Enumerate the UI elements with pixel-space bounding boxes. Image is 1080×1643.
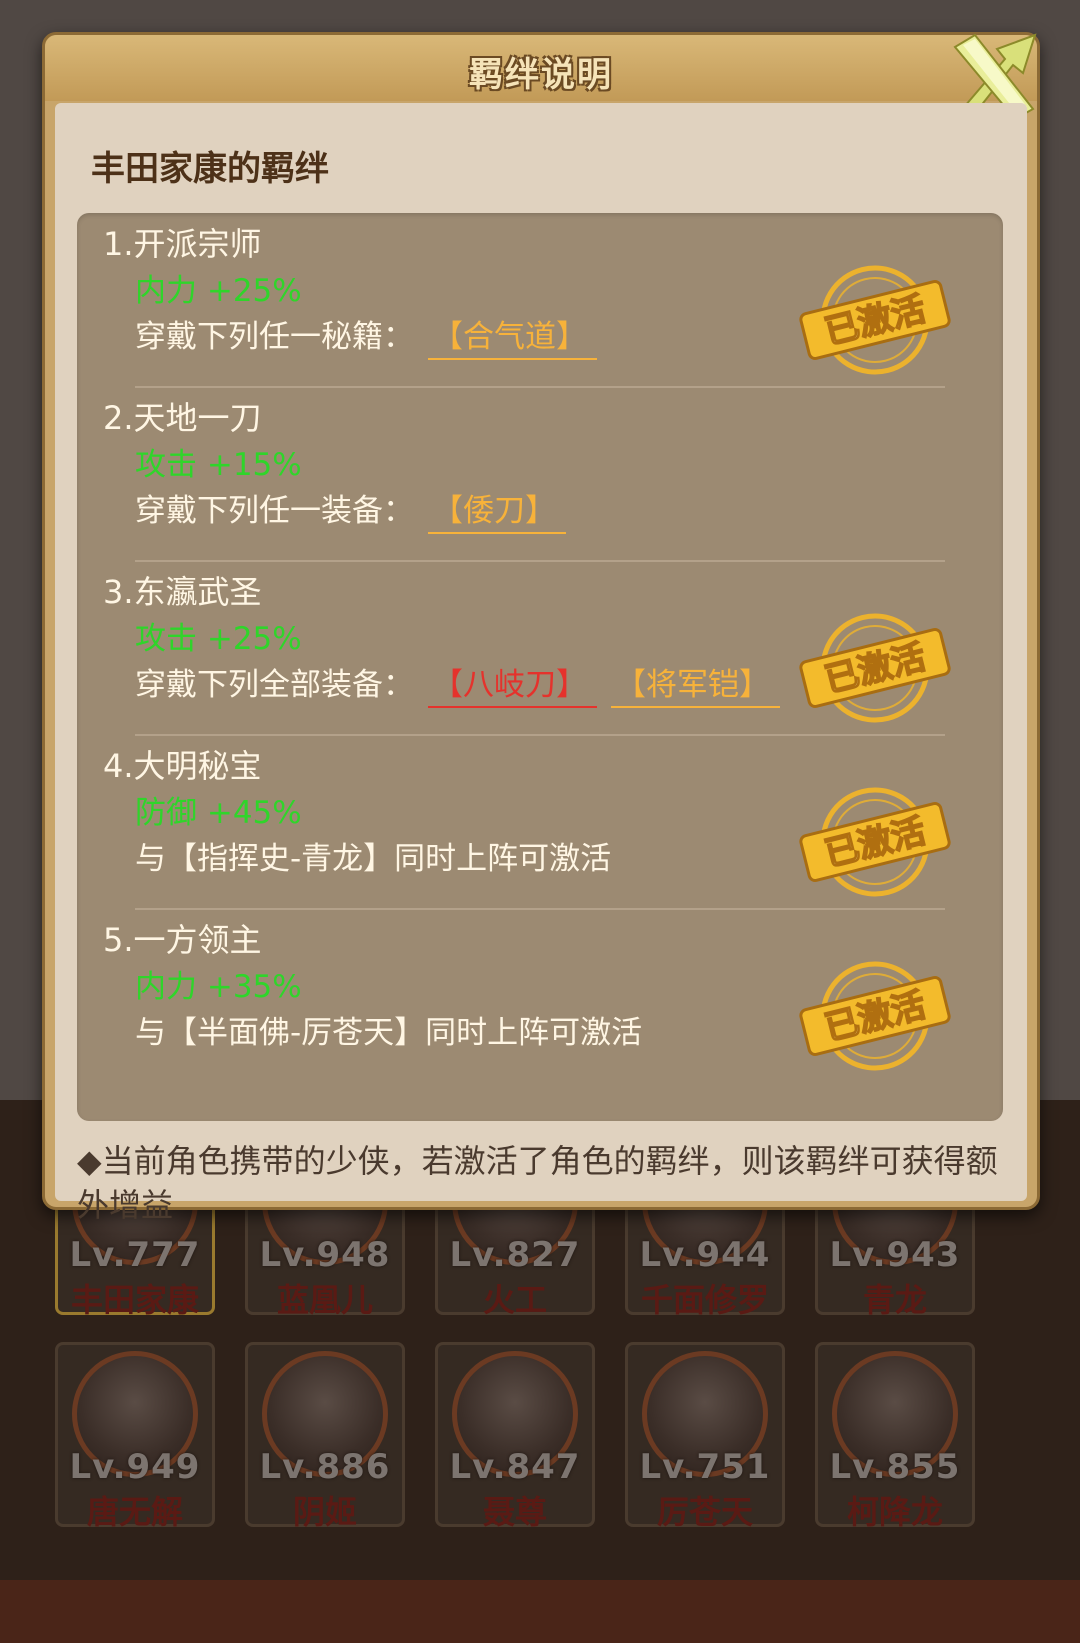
bond-requirement-text: 穿戴下列全部装备： xyxy=(135,667,414,703)
hero-level: Lv.777 xyxy=(69,1235,201,1275)
activated-stamp: 已激活 xyxy=(795,777,955,907)
bond-requirement-text: 穿戴下列任一秘籍： xyxy=(135,319,414,355)
bond-name: 3.东瀛武圣 xyxy=(103,573,262,611)
hero-name: 丰田家康 xyxy=(70,1281,199,1319)
hero-card[interactable]: Lv.847 聂尊 xyxy=(435,1342,595,1531)
hero-name: 聂尊 xyxy=(482,1493,547,1531)
activated-stamp-icon: 已激活 xyxy=(799,787,951,897)
bond-requirement-text: 穿戴下列任一装备： xyxy=(135,493,414,529)
hero-level: Lv.949 xyxy=(69,1447,201,1487)
bond-requirement: 穿戴下列任一装备： 【倭刀】 xyxy=(135,485,566,534)
background-strip xyxy=(0,1580,1080,1643)
hero-level: Lv.855 xyxy=(829,1447,961,1487)
hero-level: Lv.827 xyxy=(449,1235,581,1275)
dialog-title: 羁绊说明 xyxy=(469,55,613,95)
bond-dialog: 羁绊说明 丰田家康的羁绊 1.开派宗师内力 +25% 穿戴下列任一秘籍： 【合气道】… xyxy=(42,32,1040,1224)
bond-item: 4.大明秘宝防御 +45% 与【指挥史-青龙】同时上阵可激活 已激活 xyxy=(77,735,1003,917)
hero-card[interactable]: Lv.949 唐无解 xyxy=(55,1342,215,1531)
bond-name: 2.天地一刀 xyxy=(103,399,262,437)
hero-name: 阴姬 xyxy=(292,1493,357,1531)
activated-stamp: 已激活 xyxy=(795,255,955,385)
hero-level: Lv.847 xyxy=(449,1447,581,1487)
bond-bonus: 攻击 +15% xyxy=(135,447,302,483)
bond-name: 5.一方领主 xyxy=(103,921,262,959)
activated-stamp: 已激活 xyxy=(795,951,955,1081)
activated-stamp-icon: 已激活 xyxy=(799,265,951,375)
hero-card[interactable]: Lv.886 阴姬 xyxy=(245,1342,405,1531)
hero-card[interactable]: Lv.855 柯降龙 xyxy=(815,1342,975,1531)
bond-requirement: 与【半面佛-厉苍天】同时上阵可激活 xyxy=(135,1007,642,1052)
hero-bond-title: 丰田家康的羁绊 xyxy=(91,149,329,189)
bond-name: 4.大明秘宝 xyxy=(103,747,262,785)
hero-level: Lv.948 xyxy=(259,1235,391,1275)
hero-name: 唐无解 xyxy=(86,1493,183,1531)
required-item-link[interactable]: 【将军铠】 xyxy=(611,666,780,708)
hero-card[interactable]: Lv.751 厉苍天 xyxy=(625,1342,785,1531)
bond-note: ◆当前角色携带的少侠，若激活了角色的羁绊，则该羁绊可获得额外增益 xyxy=(77,1142,998,1224)
bond-requirement: 穿戴下列任一秘籍： 【合气道】 xyxy=(135,311,597,360)
activated-stamp-icon: 已激活 xyxy=(799,613,951,723)
bond-bonus: 内力 +35% xyxy=(135,969,302,1005)
bond-requirement-text: 与【半面佛-厉苍天】同时上阵可激活 xyxy=(135,1015,643,1051)
bond-item: 1.开派宗师内力 +25% 穿戴下列任一秘籍： 【合气道】 已激活 xyxy=(77,213,1003,395)
bond-bonus: 攻击 +25% xyxy=(135,621,302,657)
activated-stamp-icon: 已激活 xyxy=(799,961,951,1071)
bond-requirement-text: 与【指挥史-青龙】同时上阵可激活 xyxy=(135,841,612,877)
hero-level: Lv.943 xyxy=(829,1235,961,1275)
hero-name: 千面修罗 xyxy=(640,1281,769,1319)
dialog-body: 丰田家康的羁绊 1.开派宗师内力 +25% 穿戴下列任一秘籍： 【合气道】 已激活 … xyxy=(55,103,1027,1224)
hero-name: 火工 xyxy=(482,1281,547,1319)
required-item-link[interactable]: 【八岐刀】 xyxy=(428,666,597,708)
bond-bonus: 内力 +25% xyxy=(135,273,302,309)
bond-requirement: 穿戴下列全部装备： 【八岐刀】 【将军铠】 xyxy=(135,659,780,708)
activated-stamp: 已激活 xyxy=(795,603,955,733)
required-item-link[interactable]: 【倭刀】 xyxy=(428,492,566,534)
bond-item: 3.东瀛武圣攻击 +25% 穿戴下列全部装备： 【八岐刀】 【将军铠】 已激活 xyxy=(77,561,1003,743)
hero-name: 蓝凰儿 xyxy=(276,1281,373,1319)
bond-list: 1.开派宗师内力 +25% 穿戴下列任一秘籍： 【合气道】 已激活 2.天地一刀攻击… xyxy=(77,213,1003,1121)
hero-name: 青龙 xyxy=(862,1281,927,1319)
required-item-link[interactable]: 【合气道】 xyxy=(428,318,597,360)
bond-requirement: 与【指挥史-青龙】同时上阵可激活 xyxy=(135,833,611,878)
bond-name: 1.开派宗师 xyxy=(103,225,262,263)
bond-item: 2.天地一刀攻击 +15% 穿戴下列任一装备： 【倭刀】 xyxy=(77,387,1003,569)
hero-level: Lv.886 xyxy=(259,1447,391,1487)
hero-level: Lv.944 xyxy=(639,1235,771,1275)
dialog-header: 羁绊说明 xyxy=(45,35,1037,101)
hero-name: 柯降龙 xyxy=(846,1493,943,1531)
bond-bonus: 防御 +45% xyxy=(135,795,302,831)
bond-item: 5.一方领主内力 +35% 与【半面佛-厉苍天】同时上阵可激活 已激活 xyxy=(77,909,1003,1091)
hero-name: 厉苍天 xyxy=(656,1493,753,1531)
hero-level: Lv.751 xyxy=(639,1447,771,1487)
